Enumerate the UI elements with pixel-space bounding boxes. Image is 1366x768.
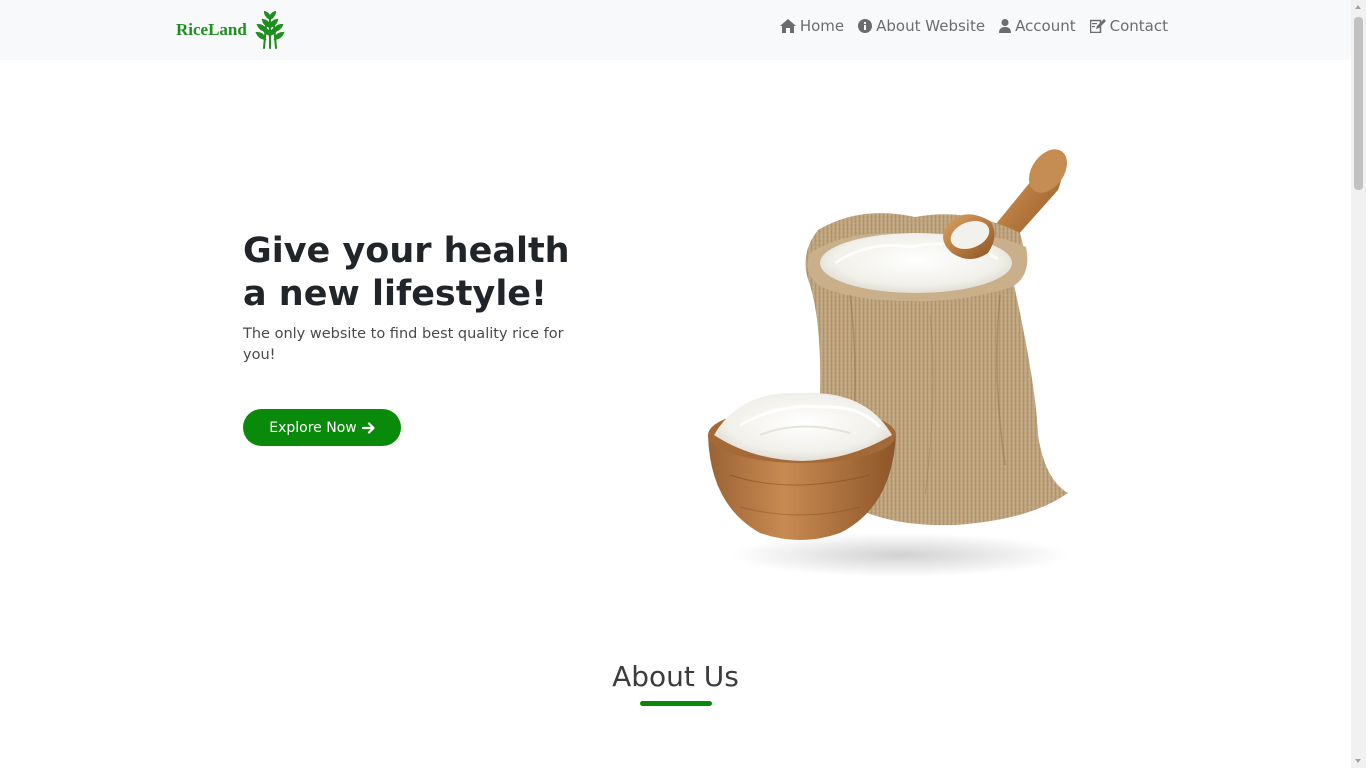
edit-icon xyxy=(1089,19,1106,33)
brand-name: RiceLand xyxy=(176,20,247,39)
user-icon xyxy=(999,19,1012,33)
scrollbar-thumb[interactable] xyxy=(1354,17,1363,190)
hero-subtitle: The only website to find best quality ri… xyxy=(243,326,564,363)
nav-about-label: About Website xyxy=(876,17,986,35)
hero-title: Give your health a new lifestyle! xyxy=(243,230,583,316)
info-circle-icon xyxy=(858,19,873,33)
vertical-scrollbar[interactable] xyxy=(1351,0,1366,768)
nav-account[interactable]: Account xyxy=(999,17,1076,35)
main-nav: Home About Website Account Contact xyxy=(766,17,1168,35)
navbar: RiceLand Home About Website Account Cont… xyxy=(0,0,1351,60)
wheat-icon xyxy=(251,11,289,49)
nav-home[interactable]: Home xyxy=(779,17,845,35)
explore-now-button[interactable]: Explore Now xyxy=(243,409,401,446)
about-us-heading: About Us xyxy=(612,660,739,693)
rice-sack-bowl-image xyxy=(708,149,1070,577)
nav-contact[interactable]: Contact xyxy=(1089,17,1168,35)
hero-title-line-2: a new lifestyle! xyxy=(243,274,548,314)
nav-contact-label: Contact xyxy=(1109,17,1168,35)
home-icon xyxy=(779,19,796,33)
arrow-right-icon xyxy=(361,421,375,434)
nav-about-website[interactable]: About Website xyxy=(858,17,985,35)
brand-logo[interactable]: RiceLand xyxy=(176,10,289,50)
scroll-up-arrow-icon[interactable] xyxy=(1355,5,1361,9)
nav-account-label: Account xyxy=(1015,17,1076,35)
about-us-underline xyxy=(640,701,712,706)
nav-home-label: Home xyxy=(799,17,845,35)
scroll-down-arrow-icon[interactable] xyxy=(1355,759,1361,763)
explore-now-label: Explore Now xyxy=(269,419,357,436)
page: RiceLand Home About Website Account Cont… xyxy=(0,0,1366,768)
hero-title-line-1: Give your health xyxy=(243,231,570,271)
